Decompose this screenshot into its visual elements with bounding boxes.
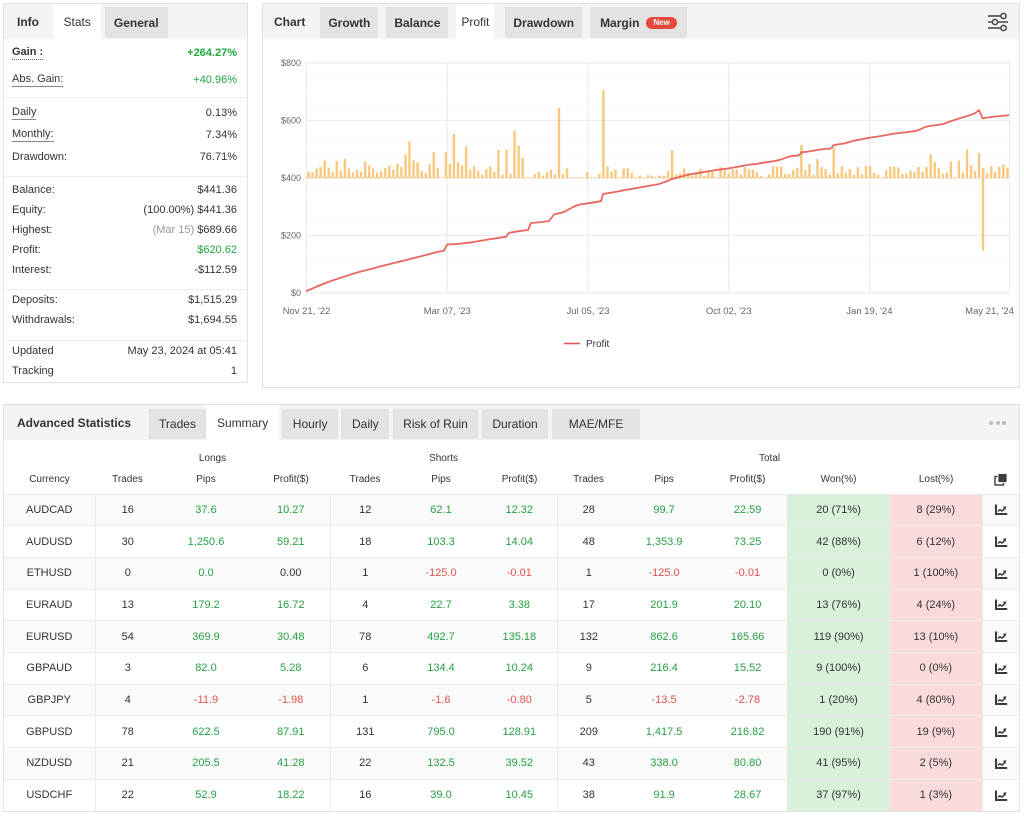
svg-text:Nov 21, '22: Nov 21, '22 — [283, 306, 331, 317]
svg-text:$600: $600 — [281, 116, 301, 126]
svg-text:$200: $200 — [281, 231, 301, 241]
svg-text:Jul 05, '23: Jul 05, '23 — [566, 306, 609, 317]
svg-text:$400: $400 — [281, 173, 301, 183]
svg-text:Profit: Profit — [586, 339, 610, 350]
svg-text:$800: $800 — [281, 58, 301, 68]
svg-text:Oct 02, '23: Oct 02, '23 — [706, 306, 752, 317]
svg-text:Mar 07, '23: Mar 07, '23 — [424, 306, 471, 317]
svg-text:$0: $0 — [291, 288, 301, 298]
svg-text:Jan 19, '24: Jan 19, '24 — [846, 306, 892, 317]
svg-text:May 21, '24: May 21, '24 — [965, 306, 1014, 317]
